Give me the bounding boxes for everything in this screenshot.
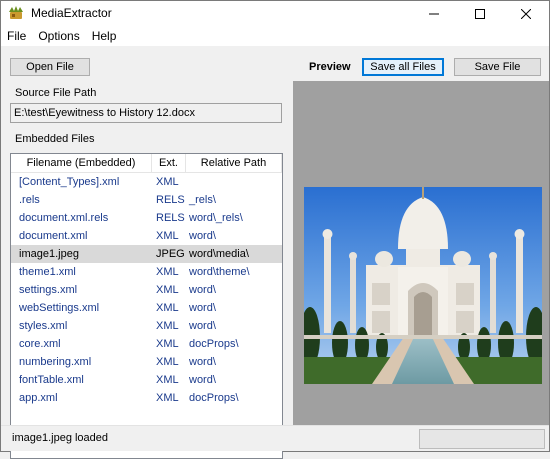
cell-ext: XML [156, 176, 179, 188]
close-button[interactable] [503, 1, 549, 26]
list-item[interactable]: settings.xml XML word\ [11, 281, 282, 299]
list-item[interactable]: app.xml XML docProps\ [11, 389, 282, 407]
list-item[interactable]: styles.xml XML word\ [11, 317, 282, 335]
minimize-icon [429, 13, 439, 14]
cell-path: word\media\ [189, 248, 249, 260]
preview-label: Preview [309, 61, 351, 73]
preview-image [304, 187, 542, 384]
cell-filename: numbering.xml [19, 356, 92, 368]
list-header: Filename (Embedded) Ext. Relative Path [11, 154, 282, 173]
app-logo-icon [8, 6, 24, 20]
embedded-files-list[interactable]: Filename (Embedded) Ext. Relative Path [… [10, 153, 283, 459]
save-file-button[interactable]: Save File [454, 58, 541, 76]
cell-filename: theme1.xml [19, 266, 76, 278]
status-bar: image1.jpeg loaded [1, 425, 549, 451]
menu-options[interactable]: Options [32, 26, 85, 46]
list-item[interactable]: theme1.xml XML word\theme\ [11, 263, 282, 281]
cell-ext: XML [156, 374, 179, 386]
list-item[interactable]: image1.jpeg JPEG word\media\ [11, 245, 282, 263]
list-item[interactable]: core.xml XML docProps\ [11, 335, 282, 353]
maximize-icon [475, 8, 485, 19]
menu-help[interactable]: Help [86, 26, 123, 46]
cell-path: docProps\ [189, 392, 239, 404]
cell-ext: XML [156, 302, 179, 314]
cell-path: word\ [189, 320, 216, 332]
list-item[interactable]: document.xml.rels RELS word\_rels\ [11, 209, 282, 227]
menu-bar: File Options Help [1, 26, 549, 46]
right-panel: Preview Save all Files Save File [293, 47, 549, 425]
cell-ext: XML [156, 356, 179, 368]
close-icon [521, 8, 531, 19]
cell-filename: .rels [19, 194, 40, 206]
open-file-button[interactable]: Open File [10, 58, 90, 76]
app-window: MediaExtractor File Options Help Open Fi… [0, 0, 550, 459]
column-header-filename[interactable]: Filename (Embedded) [11, 154, 152, 172]
cell-filename: document.xml [19, 230, 88, 242]
minimize-button[interactable] [411, 1, 457, 26]
cell-path: word\ [189, 284, 216, 296]
title-bar[interactable]: MediaExtractor [1, 1, 549, 26]
cell-ext: RELS [156, 194, 185, 206]
cell-ext: XML [156, 266, 179, 278]
cell-path: word\_rels\ [189, 212, 243, 224]
source-path-label: Source File Path [15, 87, 97, 99]
list-body: [Content_Types].xml XML .rels RELS _rels\doc… [11, 173, 282, 407]
cell-path [186, 173, 282, 191]
cell-ext: XML [156, 338, 179, 350]
embedded-files-label: Embedded Files [15, 133, 95, 145]
list-item[interactable]: .rels RELS _rels\ [11, 191, 282, 209]
cell-filename: fontTable.xml [19, 374, 84, 386]
cell-filename: core.xml [19, 338, 61, 350]
list-item[interactable]: document.xml XML word\ [11, 227, 282, 245]
cell-filename: styles.xml [19, 320, 68, 332]
left-panel: Open File Source File Path E:\test\Eyewi… [1, 47, 291, 459]
list-item[interactable]: fontTable.xml XML word\ [11, 371, 282, 389]
list-item[interactable]: webSettings.xml XML word\ [11, 299, 282, 317]
cell-ext: XML [156, 320, 179, 332]
window-title: MediaExtractor [31, 6, 112, 20]
cell-path: word\ [189, 356, 216, 368]
maximize-button[interactable] [457, 1, 503, 26]
menu-file[interactable]: File [1, 26, 32, 46]
cell-filename: document.xml.rels [19, 212, 109, 224]
source-path-field[interactable]: E:\test\Eyewitness to History 12.docx [10, 103, 282, 123]
taj-mahal-photo [304, 187, 542, 384]
list-item[interactable]: [Content_Types].xml XML [11, 173, 282, 191]
cell-path: word\ [189, 230, 216, 242]
cell-ext: XML [156, 392, 179, 404]
column-header-ext[interactable]: Ext. [152, 154, 186, 172]
cell-ext: XML [156, 284, 179, 296]
cell-filename: image1.jpeg [19, 248, 79, 260]
save-all-files-button[interactable]: Save all Files [362, 58, 444, 76]
cell-path: docProps\ [189, 338, 239, 350]
cell-filename: app.xml [19, 392, 58, 404]
cell-filename: [Content_Types].xml [19, 176, 120, 188]
column-header-path[interactable]: Relative Path [186, 154, 282, 172]
cell-path: word\theme\ [189, 266, 250, 278]
progress-bar [419, 429, 545, 449]
preview-area [293, 81, 549, 425]
cell-path: _rels\ [189, 194, 216, 206]
status-text: image1.jpeg loaded [12, 432, 109, 444]
cell-filename: settings.xml [19, 284, 78, 296]
cell-path: word\ [189, 374, 216, 386]
cell-ext: RELS [156, 212, 185, 224]
list-item[interactable]: numbering.xml XML word\ [11, 353, 282, 371]
cell-ext: JPEG [156, 248, 185, 260]
cell-filename: webSettings.xml [19, 302, 100, 314]
cell-path: word\ [189, 302, 216, 314]
cell-ext: XML [156, 230, 179, 242]
